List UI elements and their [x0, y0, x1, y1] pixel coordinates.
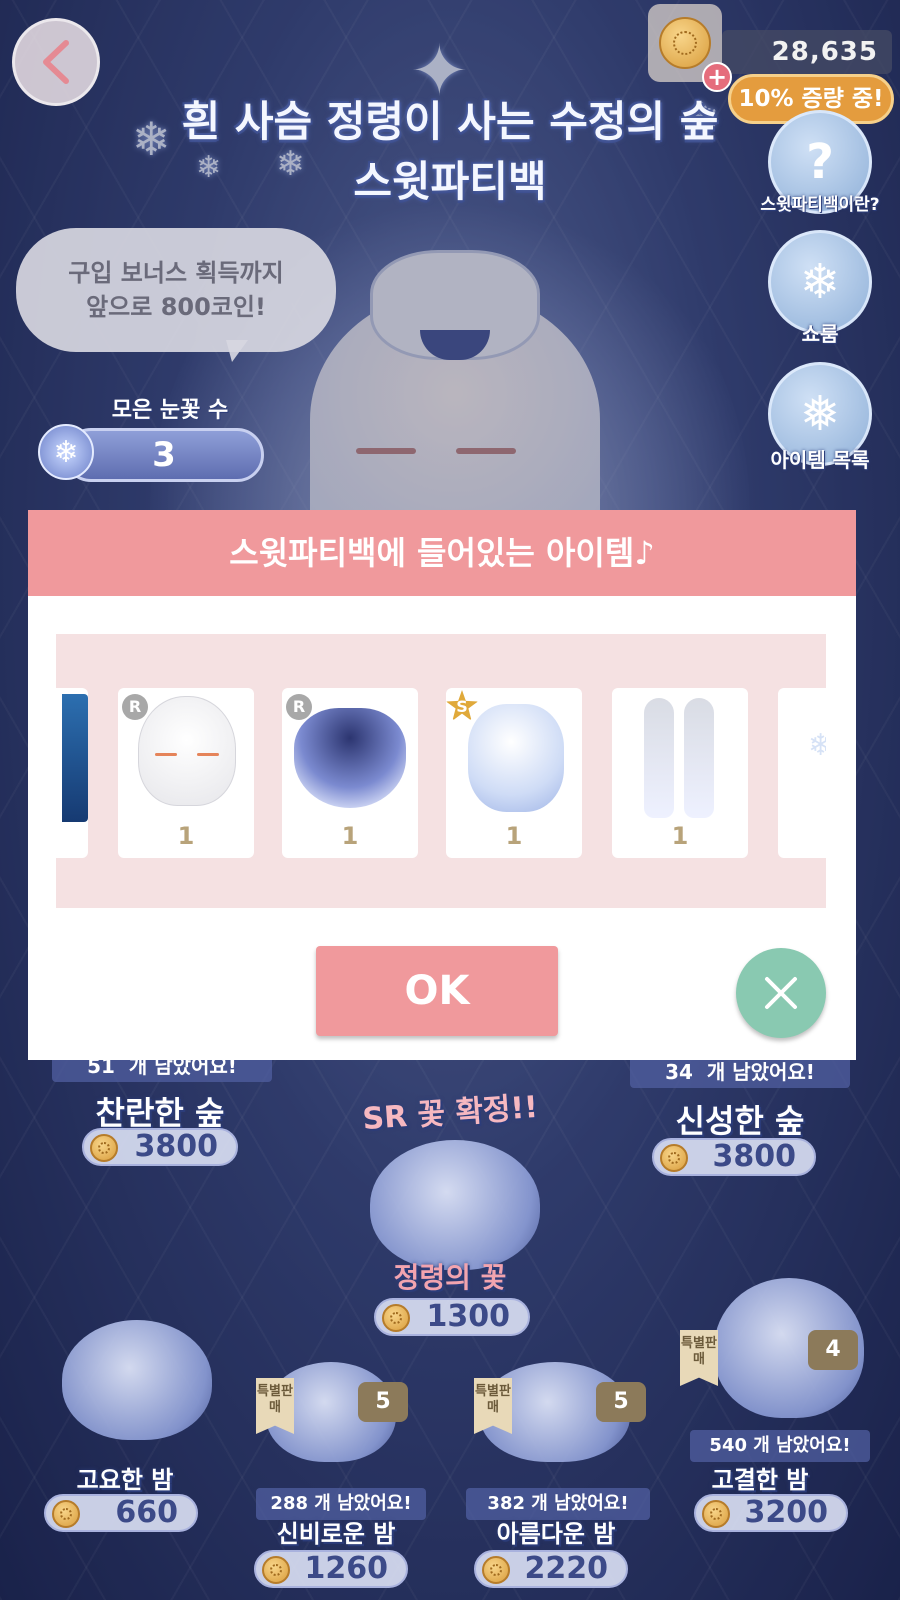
coin-icon: [382, 1304, 410, 1332]
price-spirit-flower[interactable]: 1300: [374, 1298, 530, 1336]
bonus-line-1: 구입 보너스 획득까지: [68, 259, 284, 287]
remaining-count: 540: [709, 1435, 747, 1456]
price-value: 3800: [134, 1129, 219, 1164]
coin-icon: [52, 1500, 80, 1528]
price-noble-night[interactable]: 3200: [694, 1494, 848, 1532]
remaining-suffix: 개 남았어요!: [753, 1435, 851, 1456]
close-button[interactable]: [736, 948, 826, 1038]
forest-background-icon: [62, 694, 88, 822]
bonus-line-2: 앞으로 800코인!: [86, 293, 266, 321]
price-quiet-night[interactable]: 660: [44, 1494, 198, 1532]
price-value: 3800: [712, 1139, 797, 1174]
event-title: 흰 사슴 정령이 사는 수정의 숲: [181, 97, 719, 146]
item-card[interactable]: R 1: [282, 688, 418, 858]
quiet-night-bag[interactable]: [62, 1320, 212, 1440]
snowflake-icon: ❄: [799, 254, 841, 310]
bag-name-sacred-forest: 신성한 숲: [675, 1102, 805, 1140]
rank-s-badge: S: [446, 690, 478, 721]
chevron-left-icon: [43, 40, 69, 84]
item-card[interactable]: 1: [612, 688, 748, 858]
snowflake-icon: ❄: [38, 424, 94, 480]
remaining-noble-night: 540 개 남았어요!: [690, 1430, 870, 1462]
item-count: 1: [177, 822, 195, 850]
bag-count-badge: 4: [808, 1330, 858, 1370]
coin-icon: [659, 17, 711, 69]
bag-name-beautiful-night: 아름다운 밤: [496, 1520, 616, 1548]
price-beautiful-night[interactable]: 2220: [474, 1550, 628, 1588]
help-label: 스윗파티백이란?: [760, 195, 880, 215]
price-value: 660: [115, 1495, 178, 1530]
items-modal: 스윗파티백에 들어있는 아이템♪ R 1 R 1 S 1 1 ❄ OK: [28, 510, 856, 1060]
special-sale-tag: 특별판매: [474, 1378, 512, 1434]
coin-icon: [90, 1134, 118, 1162]
partial-item-icon: ❄: [808, 728, 826, 763]
ok-button[interactable]: OK: [316, 946, 558, 1036]
snowflake-count-label: 모은 눈꽃 수: [111, 398, 229, 423]
item-card[interactable]: [56, 688, 88, 858]
item-list-label: 아이템 목록: [770, 448, 870, 472]
spirit-flower-bag[interactable]: [370, 1140, 540, 1270]
price-value: 1300: [426, 1299, 511, 1334]
remaining-suffix: 개 남았어요!: [314, 1493, 412, 1514]
bag-name-mysterious-night: 신비로운 밤: [276, 1520, 396, 1548]
snowflake-count-value: 3: [64, 428, 264, 482]
legwear-item-icon: [640, 698, 720, 818]
item-count: 1: [505, 822, 523, 850]
modal-title: 스윗파티백에 들어있는 아이템♪: [28, 510, 856, 596]
price-value: 2220: [524, 1551, 609, 1586]
item-count: 1: [341, 822, 359, 850]
question-icon: ?: [806, 134, 834, 190]
coin-icon: [660, 1144, 688, 1172]
rank-r-badge: R: [122, 694, 148, 720]
item-count: 1: [671, 822, 689, 850]
special-sale-tag: 특별판매: [256, 1378, 294, 1434]
face-item-icon: [138, 696, 236, 806]
remaining-suffix: 개 남았어요!: [531, 1493, 629, 1514]
item-card[interactable]: S 1: [446, 688, 582, 858]
snow-pet-item-icon: [468, 704, 564, 812]
bag-name-quiet-night: 고요한 밤: [76, 1466, 174, 1494]
bag-count-badge: 5: [358, 1382, 408, 1422]
remaining-count: 288: [270, 1493, 308, 1514]
coin-count: 28,635: [722, 30, 892, 74]
remaining-count: 382: [487, 1493, 525, 1514]
remaining-sacred-forest: 34 개 남았어요!: [630, 1056, 850, 1088]
price-mysterious-night[interactable]: 1260: [254, 1550, 408, 1588]
bag-name-noble-night: 고결한 밤: [711, 1466, 809, 1494]
remaining-suffix: 개 남았어요!: [706, 1060, 815, 1084]
price-value: 3200: [744, 1495, 829, 1530]
showroom-label: 쇼룸: [801, 322, 839, 346]
item-card[interactable]: ❄: [778, 688, 826, 858]
price-sacred-forest[interactable]: 3800: [652, 1138, 816, 1176]
coin-icon: [262, 1556, 290, 1584]
items-carousel[interactable]: R 1 R 1 S 1 1 ❄: [56, 634, 826, 908]
rank-r-badge: R: [286, 694, 312, 720]
price-brilliant-forest[interactable]: 3800: [82, 1128, 238, 1166]
coin-icon: [702, 1500, 730, 1528]
coin-icon: [482, 1556, 510, 1584]
item-card[interactable]: R 1: [118, 688, 254, 858]
bag-name-spirit-flower: 정령의 꽃: [393, 1261, 507, 1294]
remaining-count: 34: [665, 1060, 693, 1084]
bonus-speech-bubble: 구입 보너스 획득까지 앞으로 800코인!: [16, 228, 336, 362]
bag-count-badge: 5: [596, 1382, 646, 1422]
close-icon: [765, 977, 797, 1009]
special-sale-tag: 특별판매: [680, 1330, 718, 1386]
sparkle-snowflake-icon: ❅: [799, 386, 841, 442]
price-value: 1260: [304, 1551, 389, 1586]
dress-item-icon: [294, 708, 406, 808]
